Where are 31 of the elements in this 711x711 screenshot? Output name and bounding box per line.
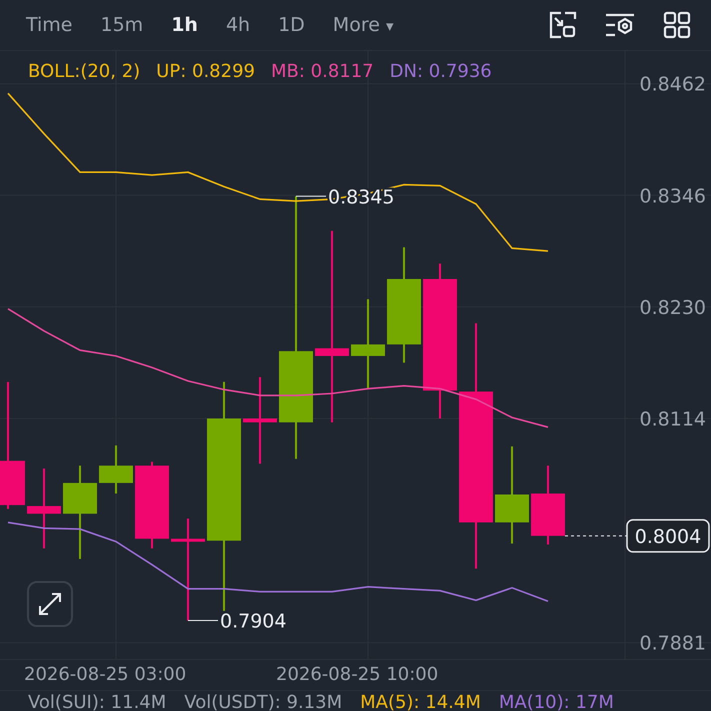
fullscreen-icon[interactable] [549,11,577,39]
expand-button[interactable] [27,581,73,627]
time-axis-label: 2026-08-25 03:00 [24,664,186,685]
candlestick [99,445,133,494]
time-axis-label: 2026-08-25 10:00 [276,664,438,685]
current-price-tag: 0.8004 [626,519,710,553]
indicator-legend: UP: 0.8299 [156,61,255,82]
volume-legend: MA(10): 17M [498,692,614,711]
price-axis-label: 0.8346 [640,185,706,208]
more-dropdown[interactable]: More ▾ [320,10,406,40]
interval-tab[interactable]: 1h [159,10,210,40]
volume-legend: Vol(SUI): 11.4M [28,692,166,711]
price-axis-label: 0.8114 [640,408,706,430]
price-line [564,535,628,536]
indicator-legend: MB: 0.8117 [270,61,374,82]
volume-legend: MA(5): 14.4M [360,692,481,711]
interval-tab[interactable]: 1D [266,10,317,40]
volume-legend: Vol(USDT): 9.13M [184,692,342,711]
extreme-price-label: 0.7904 [188,610,286,633]
annotation: 0.7904 [220,610,286,633]
price-axis-label: 0.8462 [640,74,706,96]
expand-icon [36,590,64,618]
indicator-legend: DN: 0.7936 [390,61,492,82]
interval-tab[interactable]: 4h [214,10,262,40]
settings-icon[interactable] [605,12,635,38]
grid-icon[interactable] [663,11,691,39]
price-axis-label: 0.7881 [640,632,706,655]
interval-tab[interactable]: 15m [88,10,156,40]
price-axis-label: 0.8230 [640,296,706,319]
interval-tab[interactable]: Time [14,10,84,40]
indicator-legend: BOLL:(20, 2) [28,61,140,82]
